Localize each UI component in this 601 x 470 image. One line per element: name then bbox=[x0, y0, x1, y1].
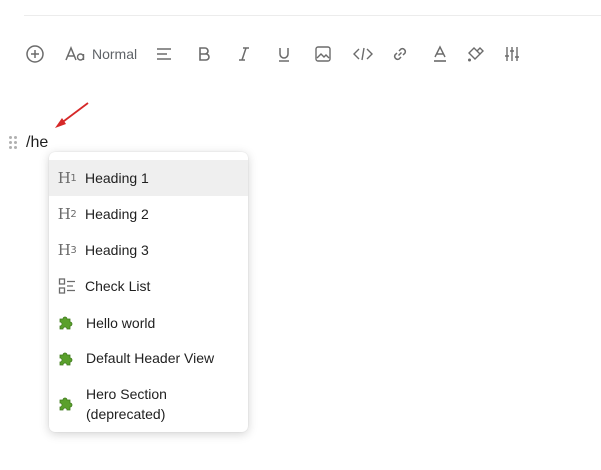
checklist-icon bbox=[57, 276, 77, 296]
heading-3-icon: H3 bbox=[57, 241, 77, 259]
menu-item-heading-2[interactable]: H2 Heading 2 bbox=[49, 196, 248, 232]
menu-item-label: Heading 2 bbox=[85, 206, 149, 222]
heading-1-icon: H1 bbox=[57, 169, 77, 187]
menu-item-heading-1[interactable]: H1 Heading 1 bbox=[49, 160, 248, 196]
slash-command-menu: H1 Heading 1 H2 Heading 2 H3 Heading 3 C… bbox=[49, 152, 248, 432]
menu-item-label-secondary: (deprecated) bbox=[86, 406, 166, 422]
menu-item-hero-section[interactable]: Hero Section (deprecated) bbox=[49, 376, 248, 426]
menu-item-default-header-view[interactable]: Default Header View bbox=[49, 340, 248, 376]
menu-item-label: Hello world bbox=[86, 315, 156, 331]
puzzle-icon bbox=[57, 348, 77, 368]
menu-item-label: Default Header View bbox=[86, 350, 215, 366]
menu-item-label: Check List bbox=[85, 278, 151, 294]
puzzle-icon bbox=[57, 312, 77, 332]
menu-item-label: Hero Section bbox=[86, 386, 167, 402]
menu-item-check-list[interactable]: Check List bbox=[49, 268, 248, 304]
menu-item-label: Heading 1 bbox=[85, 170, 149, 186]
menu-item-label: Heading 3 bbox=[85, 242, 149, 258]
heading-2-icon: H2 bbox=[57, 205, 77, 223]
puzzle-icon bbox=[57, 393, 77, 413]
menu-item-hello-world[interactable]: Hello world bbox=[49, 304, 248, 340]
arrow-to-input bbox=[55, 102, 89, 128]
editor-page: Normal /he H 1 Heading 1 H 2 Heading 2 H… bbox=[0, 0, 601, 470]
menu-item-heading-3[interactable]: H3 Heading 3 bbox=[49, 232, 248, 268]
